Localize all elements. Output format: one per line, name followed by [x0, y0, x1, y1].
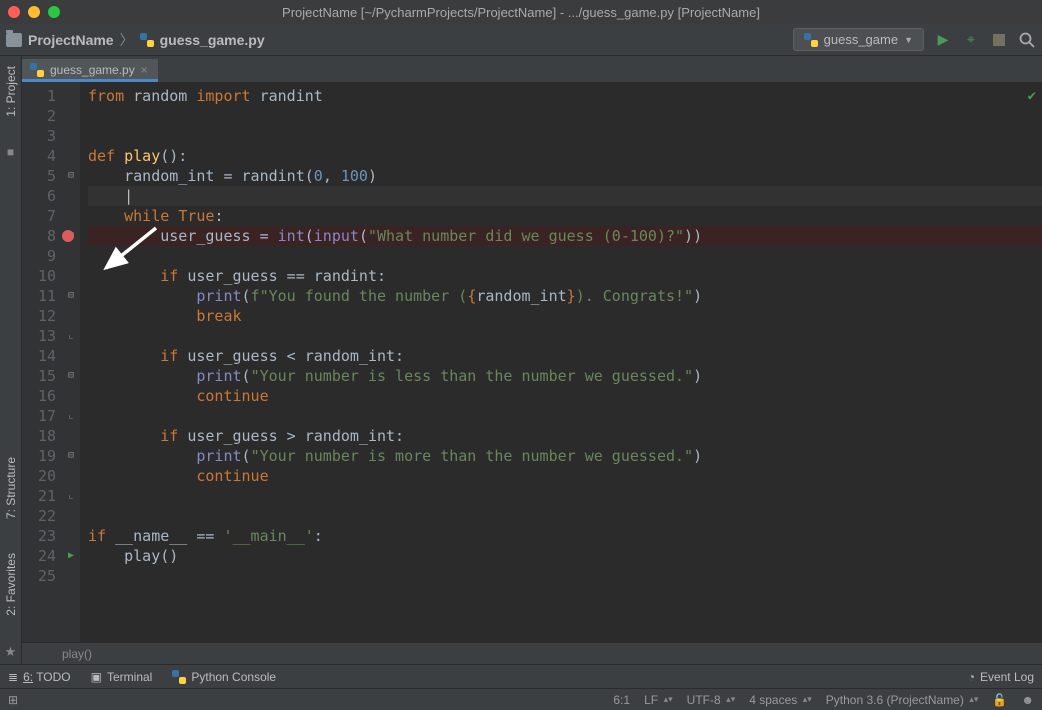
crumb-function: play() — [62, 647, 92, 661]
search-button[interactable] — [1018, 31, 1036, 49]
code-line[interactable]: print("Your number is less than the numb… — [88, 366, 1042, 386]
code-line[interactable] — [88, 326, 1042, 346]
code-line[interactable]: print("Your number is more than the numb… — [88, 446, 1042, 466]
status-bar: ⊞ 6:1 LF ▴▾ UTF-8 ▴▾ 4 spaces ▴▾ Python … — [0, 688, 1042, 710]
code-line[interactable]: if __name__ == '__main__': — [88, 526, 1042, 546]
breadcrumb-file[interactable]: guess_game.py — [160, 32, 265, 48]
python-file-icon — [140, 33, 154, 47]
terminal-icon: ▣ — [91, 670, 102, 684]
project-panel-icon[interactable]: ■ — [7, 145, 14, 159]
interpreter-selector[interactable]: Python 3.6 (ProjectName) ▴▾ — [826, 693, 979, 707]
code-line[interactable] — [88, 406, 1042, 426]
run-config-name: guess_game — [824, 32, 898, 47]
code-line[interactable] — [88, 566, 1042, 586]
star-icon: ★ — [5, 644, 17, 660]
code-line[interactable]: | — [88, 186, 1042, 206]
chevron-down-icon: ▼ — [904, 35, 913, 45]
bottom-tool-bar: ≣ 6: TODO ▣ Terminal Python Console ◔ Ev… — [0, 664, 1042, 688]
close-window[interactable] — [8, 6, 20, 18]
code-line[interactable]: if user_guess > random_int: — [88, 426, 1042, 446]
breadcrumb[interactable]: ProjectName 〉 guess_game.py — [6, 30, 265, 50]
code-line[interactable]: def play(): — [88, 146, 1042, 166]
navbar: ProjectName 〉 guess_game.py guess_game ▼… — [0, 24, 1042, 56]
code-line[interactable]: break — [88, 306, 1042, 326]
code-line[interactable] — [88, 246, 1042, 266]
breakpoint-icon[interactable] — [62, 230, 74, 242]
list-icon: ≣ — [8, 670, 18, 684]
code-line[interactable] — [88, 106, 1042, 126]
code-line[interactable]: user_guess = int(input("What number did … — [88, 226, 1042, 246]
code-line[interactable]: from random import randint — [88, 86, 1042, 106]
terminal-tool-tab[interactable]: ▣ Terminal — [91, 670, 153, 684]
run-button[interactable]: ▶ — [934, 31, 952, 49]
code-line[interactable] — [88, 126, 1042, 146]
code-line[interactable]: if user_guess == randint: — [88, 266, 1042, 286]
file-tab[interactable]: guess_game.py × — [22, 59, 158, 82]
code-line[interactable]: continue — [88, 466, 1042, 486]
python-file-icon — [804, 33, 818, 47]
left-tool-strip: 1: Project ■ 7: Structure 2: Favorites ★ — [0, 56, 22, 664]
event-log-tool-tab[interactable]: ◔ Event Log — [968, 670, 1034, 684]
debug-button[interactable]: ⌖ — [962, 31, 980, 49]
python-icon — [172, 670, 186, 684]
window-title: ProjectName [~/PycharmProjects/ProjectNa… — [282, 5, 760, 20]
python-file-icon — [30, 63, 44, 77]
code-line[interactable]: random_int = randint(0, 100) — [88, 166, 1042, 186]
line-gutter[interactable]: 1234⊟567⊟8910⊟1112⌞1314⊟1516⌞1718⊟1920⌞2… — [22, 82, 80, 642]
event-log-icon: ◔ — [968, 670, 975, 684]
code-line[interactable] — [88, 506, 1042, 526]
titlebar: ProjectName [~/PycharmProjects/ProjectNa… — [0, 0, 1042, 24]
minimize-window[interactable] — [28, 6, 40, 18]
hector-icon[interactable]: ☻ — [1021, 693, 1034, 707]
code-line[interactable]: continue — [88, 386, 1042, 406]
breadcrumb-project[interactable]: ProjectName — [28, 32, 114, 48]
indent-setting[interactable]: 4 spaces ▴▾ — [749, 693, 812, 707]
stop-button[interactable] — [990, 31, 1008, 49]
tools-menu-icon[interactable]: ⊞ — [8, 693, 18, 707]
editor-breadcrumb[interactable]: play() — [22, 642, 1042, 664]
file-tab-label: guess_game.py — [50, 63, 135, 77]
code-editor[interactable]: 1234⊟567⊟8910⊟1112⌞1314⊟1516⌞1718⊟1920⌞2… — [22, 82, 1042, 642]
code-line[interactable]: while True: — [88, 206, 1042, 226]
line-separator[interactable]: LF ▴▾ — [644, 693, 673, 707]
maximize-window[interactable] — [48, 6, 60, 18]
code-content[interactable]: ✔ from random import randintdef play(): … — [80, 82, 1042, 642]
project-tool-tab[interactable]: 1: Project — [4, 60, 18, 123]
close-tab-icon[interactable]: × — [141, 63, 148, 77]
structure-tool-tab[interactable]: 7: Structure — [4, 451, 18, 525]
code-line[interactable]: print(f"You found the number ({random_in… — [88, 286, 1042, 306]
lock-icon[interactable]: 🔓 — [992, 693, 1007, 707]
code-line[interactable]: play() — [88, 546, 1042, 566]
editor-tabs: guess_game.py × — [22, 56, 1042, 82]
code-line[interactable]: if user_guess < random_int: — [88, 346, 1042, 366]
run-configuration-selector[interactable]: guess_game ▼ — [793, 28, 924, 51]
todo-tool-tab[interactable]: ≣ 6: TODO — [8, 670, 71, 684]
folder-icon — [6, 33, 22, 47]
caret-position[interactable]: 6:1 — [613, 693, 630, 707]
python-console-tool-tab[interactable]: Python Console — [172, 670, 276, 684]
code-line[interactable] — [88, 486, 1042, 506]
file-encoding[interactable]: UTF-8 ▴▾ — [687, 693, 736, 707]
favorites-tool-tab[interactable]: 2: Favorites — [4, 547, 18, 622]
chevron-right-icon: 〉 — [120, 30, 134, 50]
